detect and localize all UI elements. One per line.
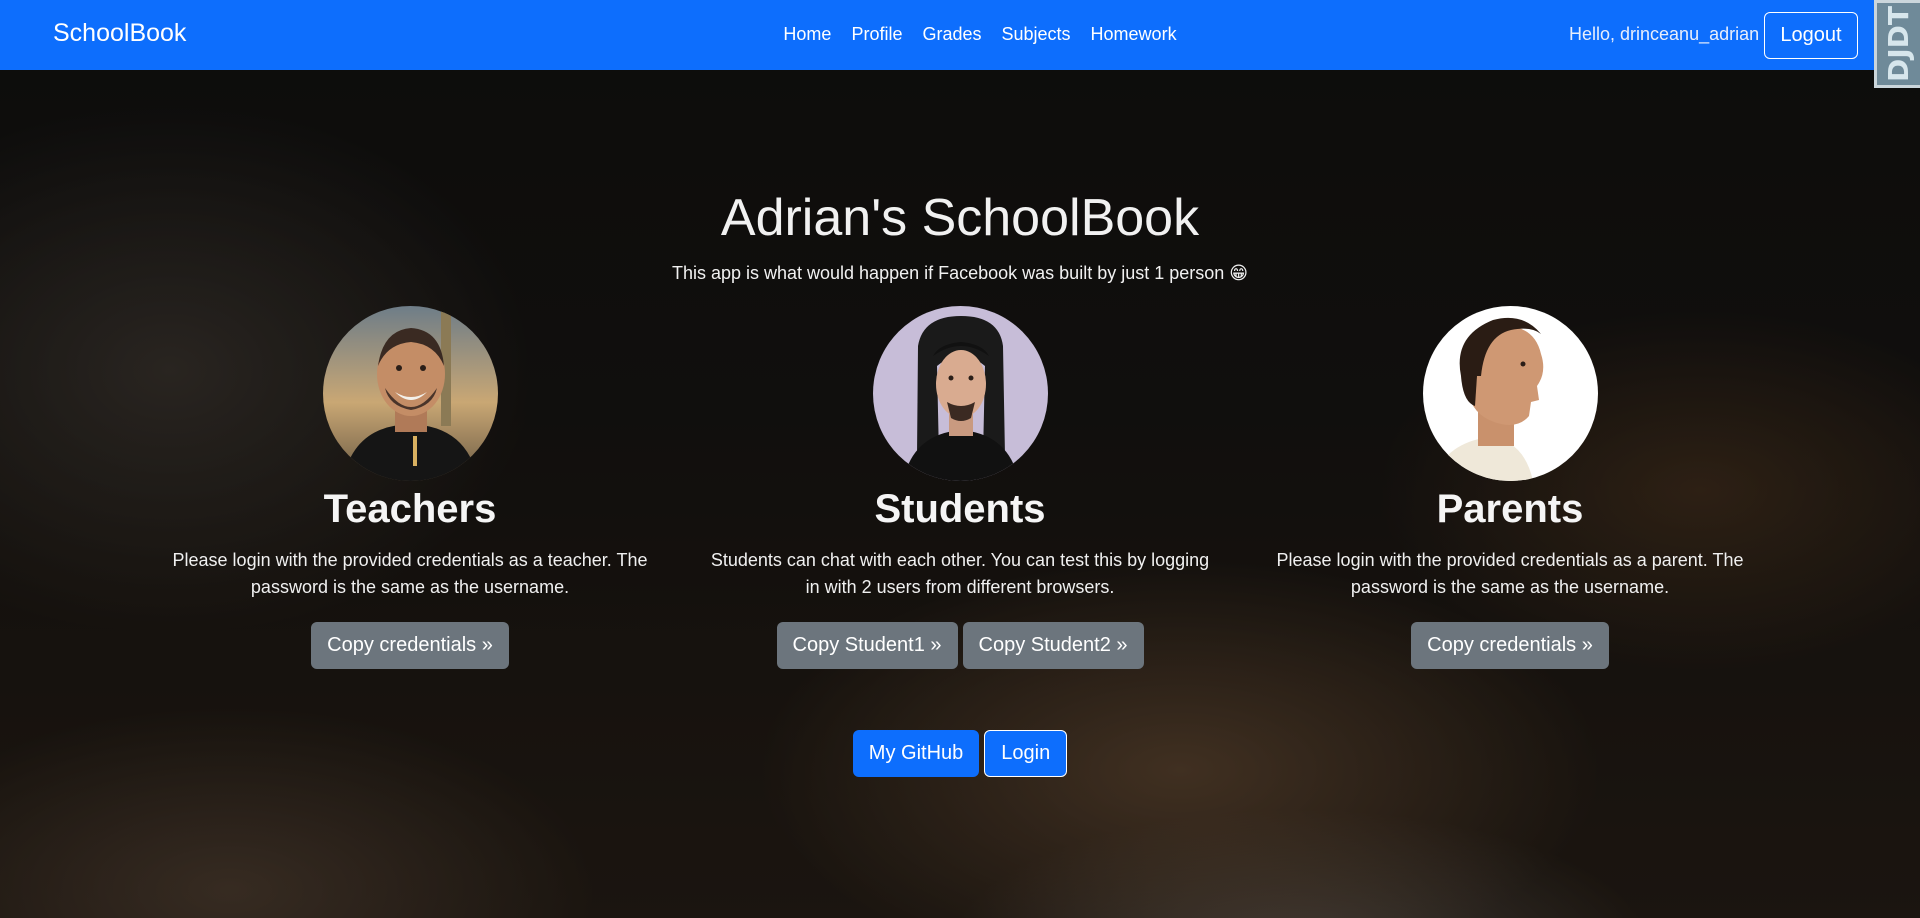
teachers-buttons: Copy credentials » [160,622,660,669]
teachers-heading: Teachers [323,487,497,531]
students-description: Students can chat with each other. You c… [710,550,1210,597]
github-button[interactable]: My GitHub [852,730,980,777]
bottom-buttons: My GitHub Login [0,730,1920,777]
navbar: SchoolBook Home Profile Grades Subjects … [0,0,1920,70]
teachers-description: Please login with the provided credentia… [172,550,648,597]
parents-buttons: Copy credentials » [1260,622,1760,669]
logout-button[interactable]: Logout [1764,12,1858,59]
copy-student1-button[interactable]: Copy Student1 » [776,622,958,669]
teacher-avatar-image [322,306,498,481]
students-column: Students Students can chat with each oth… [710,306,1210,669]
copy-parent-credentials-button[interactable]: Copy credentials » [1411,622,1609,669]
login-button[interactable]: Login [984,730,1068,777]
parents-description: Please login with the provided credentia… [1276,550,1744,597]
debug-toolbar-label: DJDT [1882,5,1915,82]
page-subtitle: This app is what would happen if Faceboo… [671,263,1249,283]
page-title: Adrian's SchoolBook [720,189,1200,247]
student-avatar-image [872,306,1048,481]
nav-link-home[interactable]: Home [783,24,831,45]
nav-link-profile[interactable]: Profile [851,24,902,45]
students-heading: Students [874,487,1046,531]
copy-student2-button[interactable]: Copy Student2 » [962,622,1144,669]
nav-link-homework[interactable]: Homework [1091,24,1177,45]
parent-avatar [1422,306,1598,481]
nav-link-grades[interactable]: Grades [922,24,981,45]
parent-avatar-image [1422,306,1598,481]
copy-teacher-credentials-button[interactable]: Copy credentials » [311,622,509,669]
teachers-column: Teachers Please login with the provided … [160,306,660,669]
teacher-avatar [322,306,498,481]
students-buttons: Copy Student1 » Copy Student2 » [710,622,1210,669]
user-greeting: Hello, drinceanu_adrian [1569,24,1760,44]
parents-column: Parents Please login with the provided c… [1260,306,1760,669]
main-content: Adrian's SchoolBook This app is what wou… [0,0,1920,918]
student-avatar [872,306,1048,481]
nav-link-subjects[interactable]: Subjects [1002,24,1071,45]
debug-toolbar-handle[interactable]: DJDT [1874,0,1920,88]
parents-heading: Parents [1436,487,1584,531]
